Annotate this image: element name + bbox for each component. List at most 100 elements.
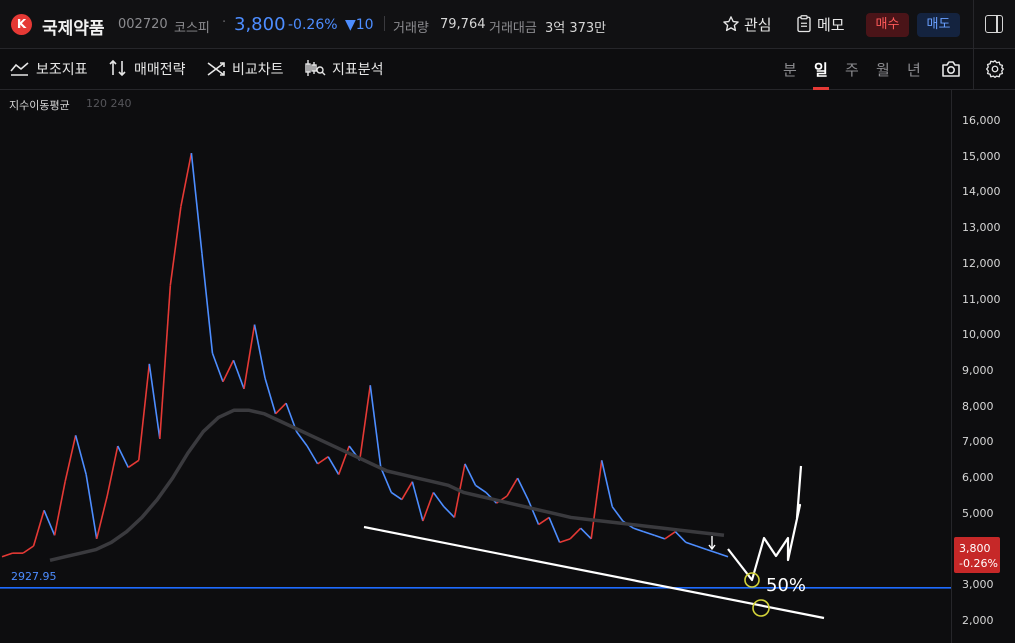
price-segment <box>422 492 435 522</box>
indicator-params: 120 240 <box>86 97 132 110</box>
price-segment <box>464 463 477 486</box>
current-price: 3,800 <box>234 14 286 35</box>
buy-button[interactable]: 매수 <box>866 13 909 37</box>
price-segment <box>664 531 676 540</box>
memo-button[interactable]: 메모 <box>796 14 845 35</box>
price-segment <box>306 445 319 465</box>
favorite-label: 관심 <box>744 16 772 34</box>
price-segment <box>580 527 592 540</box>
price-segment <box>117 445 129 468</box>
price-segment <box>106 445 119 497</box>
price-segment <box>369 385 382 468</box>
compare-tool-button[interactable]: 비교차트 <box>206 59 284 79</box>
stock-code: 002720 <box>118 17 168 32</box>
trade-arrows-icon <box>109 59 126 77</box>
strategy-tool-button[interactable]: 매매전략 <box>108 59 186 79</box>
chart-canvas[interactable] <box>0 90 1015 643</box>
analysis-tool-button[interactable]: 지표분석 <box>304 59 384 79</box>
price-segment <box>85 474 98 539</box>
current-price-tag: 3,800 -0.26% <box>954 537 1000 573</box>
y-axis-tick-label: 8,000 <box>962 399 994 413</box>
star-icon <box>723 16 739 32</box>
price-segment <box>696 545 708 551</box>
price-segment <box>317 456 329 465</box>
separator-dot: · <box>222 15 227 30</box>
price-segment <box>706 548 718 554</box>
trade-value-label: 거래대금 <box>489 21 537 36</box>
indicator-label[interactable]: 지수이동평균 <box>9 97 70 113</box>
sell-button[interactable]: 매도 <box>917 13 960 37</box>
indicator-tool-button[interactable]: 보조지표 <box>10 59 88 79</box>
current-price-tag-value: 3,800 <box>959 542 991 555</box>
price-chart[interactable] <box>0 90 1015 643</box>
side-panel-icon[interactable] <box>985 15 1003 33</box>
candlestick-search-icon <box>305 60 326 76</box>
price-segment <box>559 538 571 544</box>
y-axis-tick-label: 11,000 <box>962 292 1001 306</box>
stock-header: K 국제약품 002720 코스피 · 3,800 -0.26% ▼10 거래량… <box>0 0 1015 49</box>
price-segment <box>243 324 256 389</box>
stock-name[interactable]: 국제약품 <box>42 14 105 39</box>
memo-label: 메모 <box>817 16 845 34</box>
price-segment <box>95 495 108 540</box>
chart-toolbar: 보조지표 매매전략 비교차트 지표분석 분 일 주 월 년 <box>0 49 1015 90</box>
price-segment <box>232 360 245 390</box>
header-divider <box>973 0 974 48</box>
highlight-circle <box>752 599 770 617</box>
trade-value: 3억 373만 <box>545 21 607 36</box>
price-segment <box>43 509 56 536</box>
price-segment <box>180 152 193 207</box>
header-divider <box>384 16 385 31</box>
price-segment <box>643 530 655 537</box>
market-name: 코스피 <box>174 21 210 36</box>
y-axis-tick-label: 2,000 <box>962 614 994 627</box>
period-week-tab[interactable]: 주 <box>845 59 859 80</box>
change-rate: -0.26% <box>288 17 338 33</box>
moving-average-120-line <box>49 408 725 562</box>
price-segment <box>127 459 140 469</box>
y-axis-tick-label: 16,000 <box>962 114 1001 127</box>
price-segment <box>527 499 540 525</box>
tool-label: 비교차트 <box>232 62 284 78</box>
price-segment <box>222 359 235 383</box>
y-axis-tick-label: 12,000 <box>962 256 1001 270</box>
y-axis-tick-label: 10,000 <box>962 328 1001 342</box>
price-segment <box>475 484 487 494</box>
y-axis-tick-label: 14,000 <box>962 185 1001 199</box>
price-segment <box>506 477 519 497</box>
camera-icon[interactable] <box>941 60 961 78</box>
price-segment <box>516 477 529 500</box>
drawn-projection-path <box>727 465 803 582</box>
tool-label: 보조지표 <box>36 62 88 78</box>
y-axis-tick-label: 7,000 <box>962 435 994 449</box>
price-segment <box>64 435 77 482</box>
tool-label: 지표분석 <box>332 62 384 78</box>
period-minute-tab[interactable]: 분 <box>783 59 797 80</box>
price-segment <box>327 456 340 475</box>
favorite-button[interactable]: 관심 <box>722 14 772 35</box>
level-line-label: 2927.95 <box>11 570 57 583</box>
annotation-label: 50% <box>766 575 807 596</box>
price-segment <box>211 352 224 382</box>
period-day-tab[interactable]: 일 <box>814 59 828 80</box>
price-segment <box>159 285 172 439</box>
volume-label: 거래량 <box>393 21 429 36</box>
period-month-tab[interactable]: 월 <box>876 59 890 80</box>
y-axis-tick-label: 15,000 <box>962 149 1001 163</box>
stock-logo-icon: K <box>11 14 32 35</box>
price-segment <box>569 527 582 540</box>
memo-icon <box>797 15 811 33</box>
price-segment <box>411 481 424 522</box>
price-segment <box>190 153 203 254</box>
price-segment <box>685 541 697 547</box>
price-segment <box>201 253 214 354</box>
period-year-tab[interactable]: 년 <box>907 59 921 80</box>
settings-gear-icon[interactable] <box>985 59 1005 79</box>
price-segment <box>253 324 266 379</box>
price-segment <box>358 385 372 461</box>
price-segment <box>22 545 35 554</box>
price-segment <box>538 516 550 526</box>
price-segment <box>264 377 277 415</box>
price-segment <box>32 510 45 547</box>
price-segment <box>717 552 729 558</box>
